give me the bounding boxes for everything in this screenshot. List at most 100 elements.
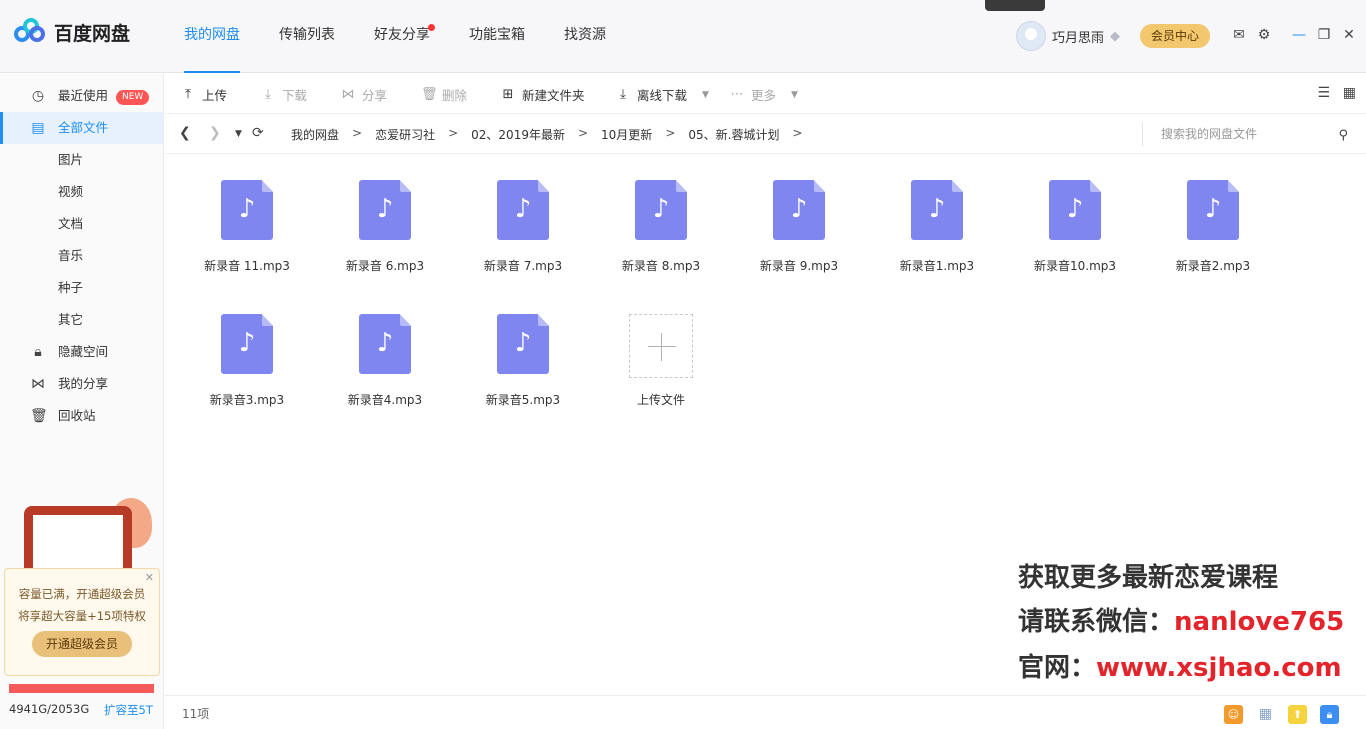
- avatar[interactable]: [1016, 21, 1046, 51]
- sidebar-item-music[interactable]: 音乐: [0, 240, 163, 272]
- tab-friend-share[interactable]: 好友分享: [360, 0, 444, 73]
- download-button[interactable]: ⤓ 下载: [261, 85, 307, 104]
- file-item[interactable]: ♪ 新录音10.mp3: [1006, 180, 1144, 274]
- audio-file-icon: ♪: [221, 180, 273, 240]
- tab-transfer-list[interactable]: 传输列表: [265, 0, 349, 73]
- storage-usage-bar: [9, 684, 154, 693]
- watermark-wechat-label: 请联系微信：: [1018, 607, 1175, 637]
- sidebar-item-hidden-space[interactable]: 🔒︎ 隐藏空间: [0, 336, 163, 368]
- user-profile[interactable]: 巧月思雨 ◆: [1016, 21, 1120, 51]
- upload-file-tile[interactable]: 上传文件: [592, 314, 730, 408]
- share-button[interactable]: ⋈ 分享: [341, 85, 388, 104]
- audio-file-icon: ♪: [1049, 180, 1101, 240]
- user-name[interactable]: 巧月思雨: [1052, 27, 1104, 46]
- audio-file-icon: ♪: [635, 180, 687, 240]
- sidebar-item-my-shares[interactable]: ⋈ 我的分享: [0, 368, 163, 400]
- sidebar-item-other[interactable]: 其它: [0, 304, 163, 336]
- sidebar-item-label: 最近使用: [58, 88, 109, 103]
- tab-my-disk[interactable]: 我的网盘: [170, 0, 254, 73]
- audio-file-icon: ♪: [1187, 180, 1239, 240]
- sidebar-item-videos[interactable]: 视频: [0, 176, 163, 208]
- chevron-down-icon[interactable]: ▼: [791, 90, 798, 100]
- restore-window-icon[interactable]: ❐: [1315, 26, 1333, 44]
- document-icon: ▤: [31, 120, 45, 136]
- file-toolbar: ⤒ 上传 ⤓ 下载 ⋈ 分享 🗑︎ 删除 ⊞ 新建文件夹 ⤓ 离线下载 ▼ ⋯ 更多 ▼ ☰ ▦: [165, 74, 1366, 114]
- new-folder-button[interactable]: ⊞ 新建文件夹: [501, 85, 585, 104]
- file-item[interactable]: ♪ 新录音3.mp3: [178, 314, 316, 408]
- file-item[interactable]: ♪ 新录音4.mp3: [316, 314, 454, 408]
- refresh-icon[interactable]: ⟳: [252, 125, 264, 141]
- expand-storage-link[interactable]: 扩容至5T: [104, 702, 153, 718]
- file-name: 新录音 6.mp3: [345, 259, 425, 273]
- file-item[interactable]: ♪ 新录音 8.mp3: [592, 180, 730, 274]
- search-input[interactable]: 搜索我的网盘文件 ⚲: [1142, 122, 1356, 146]
- file-item[interactable]: ♪ 新录音 9.mp3: [730, 180, 868, 274]
- upload-icon: ⤒: [185, 87, 191, 102]
- storage-full-promo: ✕ 容量已满，开通超级会员 将享超大容量+15项特权 开通超级会员: [4, 568, 160, 676]
- breadcrumb-item[interactable]: 恋爱研习社: [375, 126, 435, 143]
- view-mode-icon[interactable]: ▦: [1343, 85, 1356, 101]
- app-logo[interactable]: 百度网盘: [14, 18, 130, 46]
- watermark-site-url: www.xsjhao.com: [1096, 653, 1342, 683]
- tab-find-resources[interactable]: 找资源: [550, 0, 620, 73]
- download-label: 下载: [282, 88, 308, 103]
- item-count: 11项: [182, 707, 210, 721]
- tab-toolbox[interactable]: 功能宝箱: [455, 0, 539, 73]
- file-name: 新录音1.mp3: [899, 259, 975, 273]
- sidebar-item-all-files[interactable]: ▤ 全部文件: [0, 112, 163, 144]
- file-item[interactable]: ♪ 新录音5.mp3: [454, 314, 592, 408]
- audio-file-icon: ♪: [359, 314, 411, 374]
- sidebar-item-images[interactable]: 图片: [0, 144, 163, 176]
- new-folder-label: 新建文件夹: [522, 88, 585, 103]
- delete-button[interactable]: 🗑︎ 删除: [421, 85, 467, 104]
- floating-tray[interactable]: [985, 0, 1045, 11]
- lock-icon[interactable]: 🔒︎: [1320, 705, 1339, 724]
- forward-arrow-icon[interactable]: ❯: [209, 125, 221, 141]
- breadcrumb-item[interactable]: 02、2019年最新: [471, 126, 565, 143]
- open-super-vip-button[interactable]: 开通超级会员: [32, 631, 132, 657]
- sidebar-item-torrents[interactable]: 种子: [0, 272, 163, 304]
- breadcrumb-item[interactable]: 10月更新: [601, 126, 652, 143]
- upload-box-icon[interactable]: ⬆: [1288, 705, 1307, 724]
- history-dropdown-icon[interactable]: ▼: [235, 129, 242, 139]
- share-icon: ⋈: [31, 376, 45, 392]
- upload-button[interactable]: ⤒ 上传: [181, 85, 227, 104]
- file-item[interactable]: ♪ 新录音1.mp3: [868, 180, 1006, 274]
- audio-file-icon: ♪: [911, 180, 963, 240]
- file-item[interactable]: ♪ 新录音 11.mp3: [178, 180, 316, 274]
- storage-usage-text: 4941G/2053G: [9, 702, 90, 716]
- more-button[interactable]: ⋯ 更多 ▼: [730, 85, 798, 104]
- breadcrumb-item[interactable]: 我的网盘: [291, 126, 339, 143]
- file-item[interactable]: ♪ 新录音2.mp3: [1144, 180, 1282, 274]
- promo-line-2: 将享超大容量+15项特权: [18, 609, 146, 623]
- chevron-down-icon[interactable]: ▼: [702, 90, 709, 100]
- share-label: 分享: [362, 88, 388, 103]
- settings-gear-icon[interactable]: ⚙: [1255, 26, 1273, 44]
- search-placeholder: 搜索我的网盘文件: [1161, 127, 1258, 141]
- file-item[interactable]: ♪ 新录音 6.mp3: [316, 180, 454, 274]
- sidebar-item-documents[interactable]: 文档: [0, 208, 163, 240]
- new-folder-icon: ⊞: [502, 87, 514, 102]
- medal-icon[interactable]: ☺: [1224, 705, 1243, 724]
- audio-file-icon: ♪: [773, 180, 825, 240]
- new-badge: NEW: [116, 90, 150, 105]
- tab-friend-share-label: 好友分享: [374, 27, 430, 43]
- sidebar-item-recent[interactable]: ◷ 最近使用 NEW: [0, 80, 163, 112]
- close-icon[interactable]: ✕: [145, 571, 154, 584]
- mail-icon[interactable]: ✉: [1230, 26, 1248, 44]
- breadcrumb-separator: >: [448, 126, 459, 140]
- file-name: 新录音10.mp3: [1033, 259, 1117, 273]
- sidebar-item-recycle-bin[interactable]: 🗑︎ 回收站: [0, 400, 163, 432]
- vip-center-button[interactable]: 会员中心: [1140, 24, 1210, 48]
- close-icon[interactable]: ✕: [1340, 26, 1358, 44]
- sort-icon[interactable]: ☰: [1317, 85, 1330, 101]
- file-item[interactable]: ♪ 新录音 7.mp3: [454, 180, 592, 274]
- breadcrumb-separator: >: [792, 126, 803, 140]
- minimize-icon[interactable]: —: [1290, 26, 1308, 44]
- plus-icon: [629, 314, 693, 378]
- search-icon[interactable]: ⚲: [1338, 124, 1348, 148]
- breadcrumb-item[interactable]: 05、新.蓉城计划: [688, 126, 779, 143]
- apps-grid-icon[interactable]: ▦: [1256, 705, 1275, 724]
- back-arrow-icon[interactable]: ❮: [179, 125, 191, 141]
- offline-download-button[interactable]: ⤓ 离线下载 ▼: [616, 85, 709, 104]
